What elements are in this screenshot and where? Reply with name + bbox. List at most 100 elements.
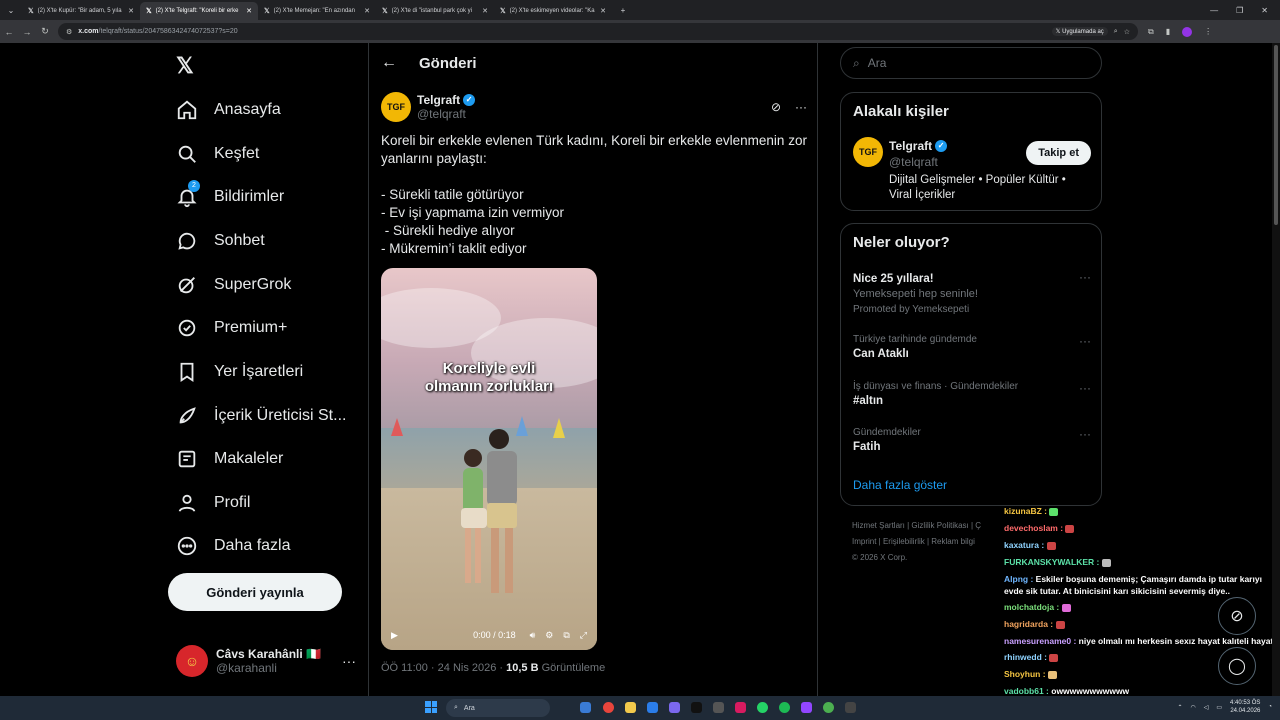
- browser-tab-active[interactable]: 𝕏 (2) X'te Telgraft: "Koreli bir erke ✕: [140, 2, 258, 20]
- follow-button[interactable]: Takip et: [1026, 141, 1091, 165]
- whatsapp-icon[interactable]: [757, 702, 768, 713]
- video-caption: Koreliyle evli olmanın zorlukları: [381, 360, 597, 396]
- author-handle[interactable]: @telqraft: [417, 107, 475, 121]
- clock[interactable]: 4:40:53 ÖS 24.04.2026: [1230, 699, 1260, 715]
- reload-icon[interactable]: ↻: [36, 26, 54, 37]
- nav-item-notifications[interactable]: 2 Bildirimler: [176, 180, 284, 212]
- more-icon[interactable]: ···: [1079, 270, 1091, 284]
- twitch-icon[interactable]: [801, 702, 812, 713]
- menu-icon[interactable]: ⋮: [1204, 27, 1212, 37]
- nav-item-supergrok[interactable]: SuperGrok: [176, 270, 291, 300]
- volume-icon[interactable]: 🔊︎: [530, 630, 536, 641]
- nav-item-more[interactable]: Daha fazla: [176, 531, 291, 561]
- more-icon[interactable]: ···: [795, 100, 807, 114]
- obs-icon[interactable]: [823, 702, 834, 713]
- trend-item[interactable]: Nice 25 yıllara! Yemeksepeti hep seninle…: [853, 270, 1091, 315]
- edge-icon[interactable]: [647, 702, 658, 713]
- ext-icon[interactable]: ▮: [1166, 27, 1170, 37]
- video-player[interactable]: Koreliyle evli olmanın zorlukları ▶ 0:00…: [381, 268, 597, 650]
- close-tab-icon[interactable]: ✕: [246, 7, 252, 15]
- close-tab-icon[interactable]: ✕: [128, 7, 134, 15]
- windows-start-icon[interactable]: [425, 701, 437, 713]
- browser-tab[interactable]: 𝕏 (2) X'te di "istanbul park çok yi ✕: [376, 2, 494, 20]
- app-icon[interactable]: [845, 702, 856, 713]
- extensions-icon[interactable]: ⧉: [1148, 27, 1154, 37]
- post-meta: ÖÖ 11:00 · 24 Nis 2026 · 10,5 B Görüntül…: [381, 662, 605, 674]
- author-avatar[interactable]: TGF: [381, 92, 411, 122]
- nav-item-explore[interactable]: Keşfet: [176, 139, 259, 169]
- page-scrollbar[interactable]: [1272, 43, 1280, 696]
- card-title: Alakalı kişiler: [853, 103, 949, 120]
- chrome-icon[interactable]: [603, 702, 614, 713]
- nav-item-profile[interactable]: Profil: [176, 488, 250, 518]
- url-input[interactable]: ⚙ x.com/telqraft/status/2047586342474072…: [58, 23, 1138, 40]
- app-icon[interactable]: [735, 702, 746, 713]
- trend-item[interactable]: Türkiye tarihinde gündemde Can Ataklı ··…: [853, 334, 1091, 360]
- tiktok-icon[interactable]: [691, 702, 702, 713]
- browser-tab[interactable]: 𝕏 (2) X'te Kupür: "Bir adam, 5 yıla ✕: [22, 2, 140, 20]
- restore-icon[interactable]: ❐: [1236, 6, 1243, 15]
- battery-icon[interactable]: ▭: [1216, 704, 1222, 711]
- x-logo-icon[interactable]: 𝕏: [176, 53, 194, 79]
- nav-item-bookmarks[interactable]: Yer İşaretleri: [176, 357, 303, 387]
- chevron-up-icon[interactable]: ⌃: [1177, 704, 1182, 711]
- notification-badge: 2: [188, 180, 200, 192]
- trend-item[interactable]: İş dünyası ve finans · Gündemdekiler #al…: [853, 381, 1091, 407]
- more-icon[interactable]: ···: [1079, 334, 1091, 348]
- settings-gear-icon[interactable]: ⚙: [545, 630, 553, 641]
- minimize-icon[interactable]: —: [1210, 6, 1218, 15]
- profile-avatar[interactable]: [1182, 26, 1193, 37]
- nav-item-creator-studio[interactable]: İçerik Üreticisi St...: [176, 401, 346, 431]
- taskbar-search[interactable]: ⌕ Ara: [446, 699, 550, 717]
- nav-item-home[interactable]: Anasayfa: [176, 95, 281, 125]
- more-icon[interactable]: ···: [1079, 381, 1091, 395]
- taskview-icon[interactable]: [580, 702, 591, 713]
- open-in-app-button[interactable]: 𝕏 Uygulamada aç: [1051, 27, 1108, 36]
- site-info-icon[interactable]: ⚙: [66, 28, 72, 36]
- more-icon[interactable]: ···: [342, 653, 356, 669]
- discord-icon[interactable]: [669, 702, 680, 713]
- file-explorer-icon[interactable]: [625, 702, 636, 713]
- fullscreen-icon[interactable]: ⤢: [580, 630, 587, 641]
- back-arrow-icon[interactable]: ←: [381, 54, 397, 72]
- verified-icon: [178, 319, 196, 337]
- search-input[interactable]: ⌕ Ara: [840, 47, 1102, 79]
- show-more-link[interactable]: Daha fazla göster: [853, 478, 947, 492]
- chat-line: FURKANSKYWALKER :: [1004, 554, 1276, 571]
- play-icon[interactable]: ▶: [391, 630, 398, 641]
- new-tab-button[interactable]: +: [612, 6, 634, 15]
- spotify-icon[interactable]: [779, 702, 790, 713]
- person-icon: [178, 494, 196, 512]
- close-tab-icon[interactable]: ✕: [482, 7, 488, 15]
- notification-bell-icon[interactable]: ◔: [1268, 704, 1272, 710]
- pip-icon[interactable]: ⧉: [563, 630, 569, 641]
- close-window-icon[interactable]: ✕: [1261, 6, 1268, 15]
- close-tab-icon[interactable]: ✕: [364, 7, 370, 15]
- back-arrow-icon[interactable]: ←: [0, 27, 18, 37]
- trend-item[interactable]: Gündemdekiler Fatih ···: [853, 427, 1091, 453]
- nav-item-chat[interactable]: Sohbet: [176, 226, 265, 256]
- more-icon[interactable]: ···: [1079, 427, 1091, 441]
- post-button[interactable]: Gönderi yayınla: [168, 573, 342, 611]
- app-icon[interactable]: [713, 702, 724, 713]
- grok-icon[interactable]: ⊘: [771, 100, 781, 114]
- browser-tab[interactable]: 𝕏 (2) X'te eskimeyen videolar: "Ka ✕: [494, 2, 612, 20]
- wifi-icon[interactable]: ◠: [1190, 704, 1195, 711]
- nav-label: Premium+: [214, 319, 288, 336]
- author-name-row[interactable]: Telgraft ✓: [417, 93, 476, 107]
- nav-item-premium[interactable]: Premium+: [176, 313, 287, 343]
- scrollbar-thumb[interactable]: [1274, 45, 1278, 225]
- post-timestamp[interactable]: ÖÖ 11:00 · 24 Nis 2026 ·: [381, 662, 506, 674]
- x-favicon-icon: 𝕏: [500, 8, 506, 15]
- grok-fab-button[interactable]: ⊘: [1218, 597, 1256, 635]
- account-switcher[interactable]: ☺ Câvs Karahânli 🇮🇹 @karahanli ···: [176, 645, 356, 677]
- zoom-icon[interactable]: ⌕: [1114, 28, 1118, 36]
- forward-arrow-icon[interactable]: →: [18, 27, 36, 37]
- messages-fab-button[interactable]: ◯: [1218, 647, 1256, 685]
- bookmark-star-icon[interactable]: ☆: [1124, 28, 1130, 36]
- volume-icon[interactable]: ◁: [1204, 704, 1209, 711]
- browser-tab[interactable]: 𝕏 (2) X'te Memejan: "En azından ✕: [258, 2, 376, 20]
- close-tab-icon[interactable]: ✕: [600, 7, 606, 15]
- nav-item-articles[interactable]: Makaleler: [176, 444, 283, 474]
- tab-search-button[interactable]: ⌄: [0, 6, 22, 15]
